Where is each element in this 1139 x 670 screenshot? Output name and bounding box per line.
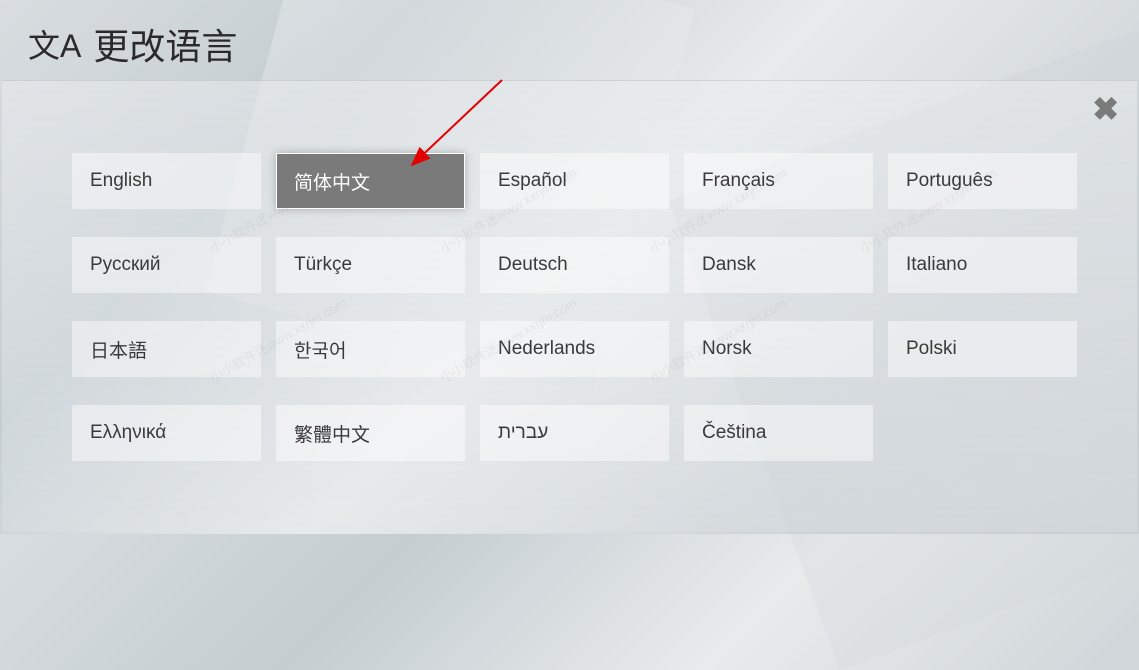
language-grid: English 简体中文 Español Français Português … <box>72 153 1077 461</box>
close-button[interactable]: ✖ <box>1092 93 1119 125</box>
language-option-dutch[interactable]: Nederlands <box>480 321 669 377</box>
language-option-hebrew[interactable]: עברית <box>480 405 669 461</box>
language-option-greek[interactable]: Ελληνικά <box>72 405 261 461</box>
language-option-czech[interactable]: Čeština <box>684 405 873 461</box>
language-option-danish[interactable]: Dansk <box>684 237 873 293</box>
language-option-german[interactable]: Deutsch <box>480 237 669 293</box>
language-option-russian[interactable]: Русский <box>72 237 261 293</box>
language-option-simplified-chinese[interactable]: 简体中文 <box>276 153 465 209</box>
content-panel: ✖ English 简体中文 Español Français Portuguê… <box>2 80 1137 532</box>
language-option-portuguese[interactable]: Português <box>888 153 1077 209</box>
language-option-japanese[interactable]: 日本語 <box>72 321 261 377</box>
header: 文A 更改语言 <box>28 18 237 70</box>
language-option-polish[interactable]: Polski <box>888 321 1077 377</box>
page-title: 更改语言 <box>93 18 237 70</box>
language-option-english[interactable]: English <box>72 153 261 209</box>
language-option-french[interactable]: Français <box>684 153 873 209</box>
language-option-korean[interactable]: 한국어 <box>276 321 465 377</box>
language-option-norwegian[interactable]: Norsk <box>684 321 873 377</box>
language-option-turkish[interactable]: Türkçe <box>276 237 465 293</box>
language-option-spanish[interactable]: Español <box>480 153 669 209</box>
language-option-italian[interactable]: Italiano <box>888 237 1077 293</box>
translate-icon: 文A <box>28 21 81 67</box>
language-option-traditional-chinese[interactable]: 繁體中文 <box>276 405 465 461</box>
